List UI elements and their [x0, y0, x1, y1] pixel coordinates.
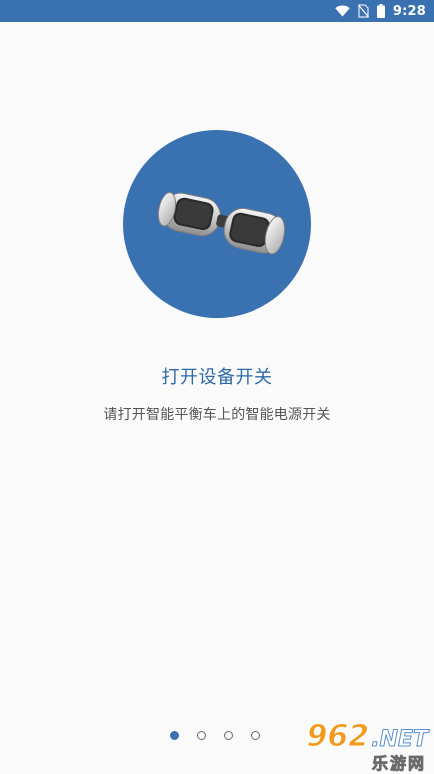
page-dot-2[interactable]	[197, 730, 206, 740]
wifi-icon	[335, 5, 350, 17]
page-title: 打开设备开关	[161, 367, 273, 388]
hoverboard-icon	[157, 192, 286, 255]
watermark-suffix: .NET	[371, 727, 429, 752]
status-bar: 9:28	[0, 0, 434, 22]
battery-icon	[376, 4, 385, 18]
page-indicator	[170, 729, 260, 741]
hero-circle	[123, 130, 311, 318]
page-dot-3[interactable]	[224, 730, 233, 740]
page-dot-1[interactable]	[170, 730, 179, 740]
page-subtitle: 请打开智能平衡车上的智能电源开关	[103, 407, 331, 423]
clock-time: 9:28	[392, 3, 426, 19]
site-watermark: 962 .NET 乐游网	[298, 719, 429, 773]
no-sim-icon	[357, 4, 369, 18]
watermark-site-name: 乐游网	[371, 754, 426, 774]
page-dot-4[interactable]	[251, 730, 260, 740]
watermark-digits: 962	[306, 719, 370, 754]
